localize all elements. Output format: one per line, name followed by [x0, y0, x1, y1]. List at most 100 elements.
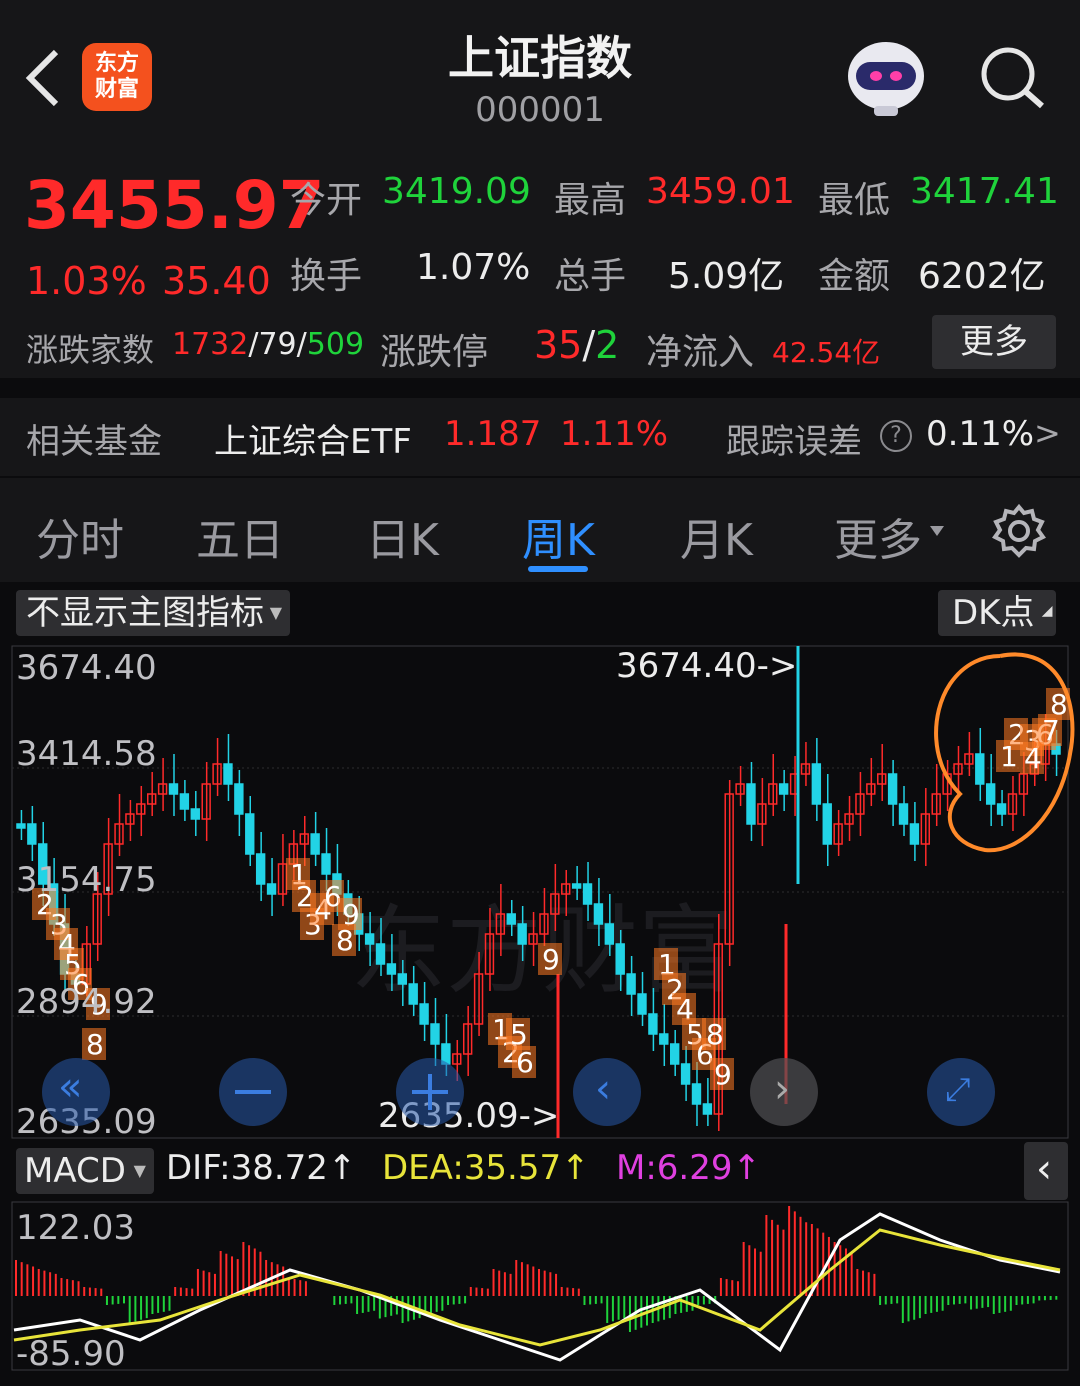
- candle-body: [582, 883, 593, 905]
- active-tab-indicator: [528, 566, 588, 572]
- tab-intraday[interactable]: 分时: [36, 504, 124, 568]
- candle-body: [517, 923, 527, 945]
- caret-down-icon: ▼: [269, 603, 282, 622]
- candle-body: [822, 803, 832, 845]
- robot-avatar-icon[interactable]: [840, 36, 932, 118]
- dk-marker-number: 4: [1024, 742, 1042, 775]
- high-label: 最高: [554, 180, 627, 221]
- candle-body: [364, 933, 375, 945]
- candle-body: [190, 808, 200, 820]
- limit-values: 35/2: [534, 323, 619, 367]
- candle-body: [637, 993, 647, 1015]
- candle-body: [746, 783, 756, 825]
- volume-value: 5.09亿: [668, 256, 785, 297]
- last-price: 3455.97: [24, 167, 325, 244]
- macd-chart[interactable]: [0, 1200, 1080, 1374]
- macd-select-label: MACD: [24, 1151, 126, 1191]
- limit-label: 涨跌停: [380, 332, 489, 373]
- collapse-panel-button[interactable]: ‹: [1024, 1142, 1068, 1200]
- tab-weekly-k[interactable]: 周K: [522, 504, 595, 568]
- chevron-left-icon: ‹: [595, 1066, 611, 1112]
- candle-body: [702, 1103, 713, 1115]
- candle-body: [16, 823, 26, 829]
- breadth-label: 涨跌家数: [26, 331, 155, 369]
- help-icon[interactable]: ?: [880, 420, 912, 452]
- main-indicator-select[interactable]: 不显示主图指标 ▼: [16, 590, 290, 636]
- macd-select[interactable]: MACD ▼: [16, 1148, 154, 1194]
- scroll-left-fast-button[interactable]: «: [42, 1058, 110, 1126]
- candle-body: [648, 1013, 658, 1035]
- breadth-flat: 79: [258, 327, 297, 362]
- quote-panel: 3455.97 1.03% 35.40 今开 3419.09 最高 3459.0…: [0, 143, 1080, 378]
- candle-body: [811, 763, 822, 805]
- search-icon[interactable]: [978, 44, 1048, 110]
- fullscreen-button[interactable]: ⤢: [927, 1058, 995, 1126]
- scroll-left-button[interactable]: ‹: [573, 1058, 641, 1126]
- dk-marker-number: 8: [86, 1028, 104, 1061]
- candle-body: [430, 1023, 440, 1045]
- change-pct: 1.03%: [26, 259, 147, 303]
- tab-daily-k[interactable]: 日K: [366, 504, 439, 568]
- low-value: 3417.41: [910, 171, 1059, 212]
- gear-icon[interactable]: [990, 502, 1048, 560]
- tracking-value: 0.11%: [926, 414, 1035, 454]
- open-label: 今开: [290, 180, 363, 221]
- chevron-right-icon: ›: [774, 1066, 790, 1112]
- candle-body: [245, 813, 255, 855]
- candle-body: [179, 793, 190, 810]
- limit-sep: /: [582, 323, 596, 367]
- main-indicator-label: 不显示主图指标: [26, 593, 264, 633]
- y-label-2: 3414.58: [16, 734, 157, 774]
- period-tabs: 分时 五日 日K 周K 月K 更多: [0, 478, 1080, 582]
- candle-body: [615, 943, 625, 975]
- candle-body: [27, 823, 37, 845]
- breadth-down: 509: [306, 327, 365, 362]
- chevron-right-icon[interactable]: >: [1034, 414, 1061, 452]
- candle-body: [310, 833, 320, 855]
- candle-body: [975, 753, 985, 785]
- candle-body: [659, 1033, 669, 1045]
- tab-five-day[interactable]: 五日: [196, 504, 284, 568]
- candle-body: [670, 1043, 680, 1065]
- tab-monthly-k[interactable]: 月K: [680, 504, 753, 568]
- candle-body: [571, 883, 582, 889]
- macd-y-top: 122.03: [16, 1208, 135, 1248]
- scroll-right-button[interactable]: ›: [750, 1058, 818, 1126]
- candle-body: [408, 983, 418, 1005]
- candle-body: [419, 1003, 429, 1025]
- max-price-marker: 3674.40->: [616, 646, 798, 686]
- macd-dea: DEA:35.57↑: [382, 1148, 590, 1188]
- candle-body: [778, 783, 789, 795]
- zoom-in-button[interactable]: [396, 1058, 464, 1126]
- breadth-sep2: /: [296, 327, 307, 362]
- limit-down: 2: [595, 323, 620, 367]
- more-button[interactable]: 更多: [932, 315, 1056, 369]
- tab-more[interactable]: 更多: [834, 504, 922, 568]
- expand-icon: ⤢: [945, 1070, 971, 1108]
- fund-price: 1.187: [444, 414, 542, 454]
- candle-body: [887, 773, 898, 805]
- candle-body: [255, 853, 266, 885]
- dk-point-select[interactable]: DK点 ◢: [938, 590, 1057, 636]
- zoom-out-button[interactable]: [219, 1058, 287, 1126]
- kline-chart-area: 不显示主图指标 ▼ DK点 ◢ 东方财富23456981234698125691…: [0, 582, 1080, 1386]
- change-amt: 35.40: [162, 259, 271, 303]
- fund-name[interactable]: 上证综合ETF: [214, 414, 412, 463]
- candle-body: [909, 823, 920, 845]
- candle-body: [321, 853, 331, 875]
- candle-body: [985, 783, 996, 805]
- kline-chart[interactable]: 东方财富234569812346981256912456892136784: [0, 644, 1080, 1140]
- volume-label: 总手: [554, 256, 627, 297]
- netflow-value: 42.54亿: [772, 336, 881, 369]
- low-label: 最低: [818, 180, 891, 221]
- breadth-values: 1732/79/509: [172, 327, 364, 362]
- related-fund-row[interactable]: 相关基金 上证综合ETF 1.187 1.11% 跟踪误差 ? 0.11% >: [0, 398, 1080, 476]
- candle-body: [691, 1083, 702, 1105]
- macd-y-bottom: -85.90: [16, 1334, 126, 1374]
- dk-marker-number: 9: [542, 943, 560, 976]
- fund-label: 相关基金: [26, 422, 162, 462]
- candle-body: [168, 783, 179, 795]
- chevron-left-icon: ‹: [1036, 1146, 1052, 1192]
- plus-icon-vertical: [428, 1074, 432, 1110]
- turnover-label: 换手: [290, 256, 363, 297]
